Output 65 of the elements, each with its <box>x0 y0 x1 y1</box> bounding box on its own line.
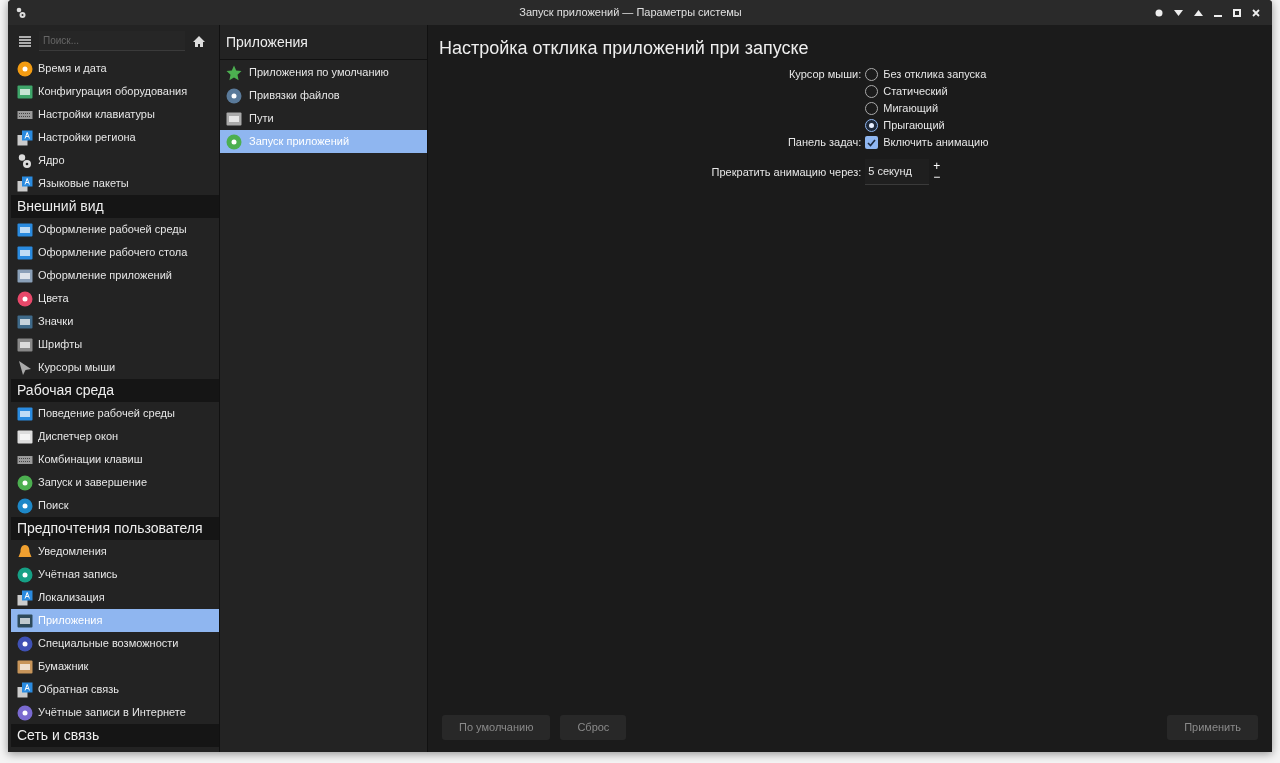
sidebar-item[interactable]: Оформление рабочей среды <box>11 218 219 241</box>
radio-option[interactable]: Статический <box>865 83 989 100</box>
list-item[interactable]: Привязки файлов <box>220 84 427 107</box>
sidebar-item[interactable]: Локализация <box>11 586 219 609</box>
sidebar-item[interactable]: Ядро <box>11 149 219 172</box>
list-item[interactable]: Приложения по умолчанию <box>220 61 427 84</box>
sidebar-item[interactable]: Запуск и завершение <box>11 471 219 494</box>
radio-option[interactable]: Без отклика запуска <box>865 66 989 83</box>
star-icon <box>226 64 242 81</box>
page-title: Настройка отклика приложений при запуске <box>438 37 810 60</box>
sidebar-item[interactable]: Шрифты <box>11 333 219 356</box>
window-icon <box>17 221 33 238</box>
sidebar-item[interactable]: Уведомления <box>11 540 219 563</box>
maximize-button[interactable] <box>1233 8 1241 17</box>
letter-a-icon <box>17 681 33 698</box>
section-header: Рабочая среда <box>11 379 219 402</box>
sidebar-item[interactable]: Настройки клавиатуры <box>11 103 219 126</box>
field-label: Курсор мыши: <box>787 67 862 83</box>
sidebar-item[interactable]: Специальные возможности <box>11 632 219 655</box>
spin-box-value[interactable]: 5 секунд <box>865 159 930 185</box>
increment-button[interactable]: + <box>932 161 942 172</box>
decrement-button[interactable]: − <box>932 172 942 183</box>
sidebar-item[interactable]: Учётная запись <box>11 563 219 586</box>
sidebar-item[interactable]: Настройки региона <box>11 126 219 149</box>
menu-icon[interactable] <box>19 35 31 47</box>
section-header: Предпочтения пользователя <box>11 517 219 540</box>
sidebar-item[interactable]: Оформление приложений <box>11 264 219 287</box>
dot-button[interactable] <box>1155 8 1163 17</box>
field-label: Панель задач: <box>786 135 862 151</box>
keep-above-button[interactable] <box>1194 8 1203 17</box>
sidebar-item[interactable]: Цвета <box>11 287 219 310</box>
sidebar-item[interactable]: Поиск <box>11 494 219 517</box>
list-item[interactable]: Пути <box>220 107 427 130</box>
section-header: Сеть и связь <box>11 724 219 747</box>
cursor-icon <box>17 359 33 376</box>
close-button[interactable] <box>1252 8 1260 17</box>
window-title: Запуск приложений — Параметры системы <box>519 5 742 21</box>
sidebar-item[interactable]: Значки <box>11 310 219 333</box>
gears-icon <box>17 152 33 169</box>
sidebar-item[interactable]: Конфигурация оборудования <box>11 80 219 103</box>
radio-option[interactable]: Прыгающий <box>865 117 989 134</box>
panel-title: Приложения <box>220 25 427 60</box>
sidebar-item[interactable]: Диспетчер окон <box>11 425 219 448</box>
letter-a-icon <box>17 129 33 146</box>
section-header: Внешний вид <box>11 195 219 218</box>
sidebar-item[interactable]: Обратная связь <box>11 678 219 701</box>
checkbox[interactable]: Включить анимацию <box>865 134 989 151</box>
radio-option[interactable]: Мигающий <box>865 100 989 117</box>
keep-below-button[interactable] <box>1174 8 1183 17</box>
sidebar-item[interactable]: Время и дата <box>11 57 219 80</box>
window-icon <box>17 267 33 284</box>
bell-icon <box>17 543 33 560</box>
sidebar-item[interactable]: Языковые пакеты <box>11 172 219 195</box>
sidebar-item[interactable]: Поведение рабочей среды <box>11 402 219 425</box>
sidebar-item[interactable]: Учётные записи в Интернете <box>11 701 219 724</box>
sidebar-item[interactable]: Курсоры мыши <box>11 356 219 379</box>
home-icon[interactable] <box>193 35 205 47</box>
gears-icon <box>16 6 26 19</box>
letter-a-icon <box>17 589 33 606</box>
checkmark-icon <box>867 138 877 147</box>
sidebar-item[interactable]: Оформление рабочего стола <box>11 241 219 264</box>
sidebar-item[interactable]: Бумажник <box>11 655 219 678</box>
sidebar-item[interactable]: Комбинации клавиш <box>11 448 219 471</box>
field-label: Прекратить анимацию через: <box>711 164 862 180</box>
letter-a-icon <box>17 175 33 192</box>
